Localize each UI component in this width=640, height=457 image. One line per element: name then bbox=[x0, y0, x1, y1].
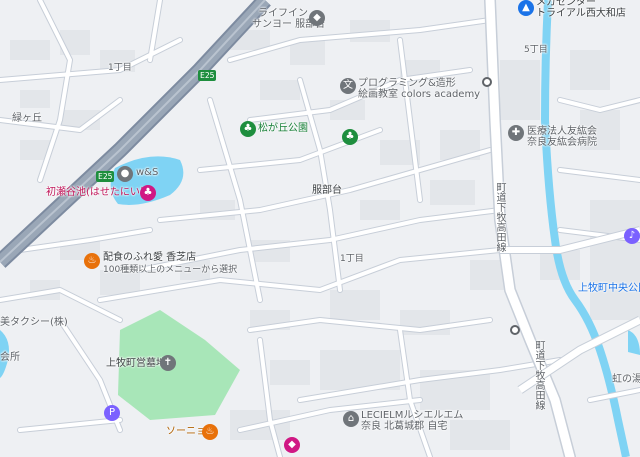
place-label[interactable]: w&S bbox=[136, 167, 158, 179]
place-label[interactable]: 奈良 北葛城郡 自宅 bbox=[361, 421, 447, 433]
bus-stop-icon[interactable] bbox=[482, 77, 492, 87]
highway-shield-icon: E25 bbox=[96, 171, 115, 182]
parking-icon[interactable]: P bbox=[104, 405, 120, 421]
food-pin-icon[interactable]: ♨ bbox=[84, 253, 100, 269]
place-label[interactable]: 会所 bbox=[0, 352, 20, 364]
shopping-pin-icon[interactable]: ● bbox=[117, 166, 133, 182]
bus-stop-icon[interactable] bbox=[510, 325, 520, 335]
map-base-layer bbox=[0, 0, 640, 457]
place-label[interactable]: 100種類以上のメニューから選択 bbox=[103, 264, 237, 276]
area-label: 緑ヶ丘 bbox=[12, 113, 42, 124]
shopping-pin-icon[interactable]: ◆ bbox=[284, 437, 300, 453]
place-label[interactable]: 初瀬谷池(はせたにいけ) bbox=[46, 187, 154, 199]
place-label[interactable]: 上牧町中央公民館 bbox=[578, 283, 640, 295]
area-label: 5丁目 bbox=[524, 45, 548, 55]
place-label[interactable]: ソーニョ bbox=[166, 426, 206, 438]
road-label: 町道下牧高田線 bbox=[533, 340, 544, 410]
restaurant-pin-icon[interactable]: ♨ bbox=[202, 424, 218, 440]
place-label[interactable]: 奈良友紘会病院 bbox=[527, 137, 597, 149]
place-label[interactable]: 松が丘公園 bbox=[258, 123, 308, 135]
map-canvas[interactable]: E25 E25 ライフイン サンヨー 服部台 ◆ ▲ メガセンター トライアル西… bbox=[0, 0, 640, 457]
home-pin-icon[interactable]: ⌂ bbox=[343, 411, 359, 427]
area-label: 1丁目 bbox=[108, 63, 132, 73]
place-label[interactable]: 虹の湯 bbox=[612, 374, 640, 386]
highway-shield-icon: E25 bbox=[198, 70, 217, 81]
park-pin-icon[interactable]: ♣ bbox=[240, 121, 256, 137]
area-label: 1丁目 bbox=[340, 254, 364, 264]
education-pin-icon[interactable]: 文 bbox=[340, 78, 356, 94]
road-label: 町道下牧高田線 bbox=[494, 182, 505, 252]
tree-icon[interactable]: ♣ bbox=[342, 129, 358, 145]
music-pin-icon[interactable]: ♪ bbox=[624, 228, 640, 244]
tree-icon[interactable]: ♣ bbox=[140, 185, 156, 201]
place-label[interactable]: トライアル西大和店 bbox=[536, 8, 626, 20]
place-label[interactable]: 上牧町営墓地 bbox=[106, 358, 166, 370]
place-label[interactable]: 絵画教室 colors academy bbox=[358, 89, 480, 101]
place-label[interactable]: 美タクシー(株) bbox=[0, 317, 68, 329]
hospital-pin-icon[interactable]: ✚ bbox=[508, 125, 524, 141]
shopping-pin-icon[interactable]: ◆ bbox=[309, 10, 325, 26]
area-label: 服部台 bbox=[312, 185, 342, 196]
shopping-pin-icon[interactable]: ▲ bbox=[518, 0, 534, 16]
cemetery-pin-icon[interactable]: ✝ bbox=[160, 355, 176, 371]
place-label[interactable]: 配食のふれ愛 香芝店 bbox=[103, 252, 196, 264]
